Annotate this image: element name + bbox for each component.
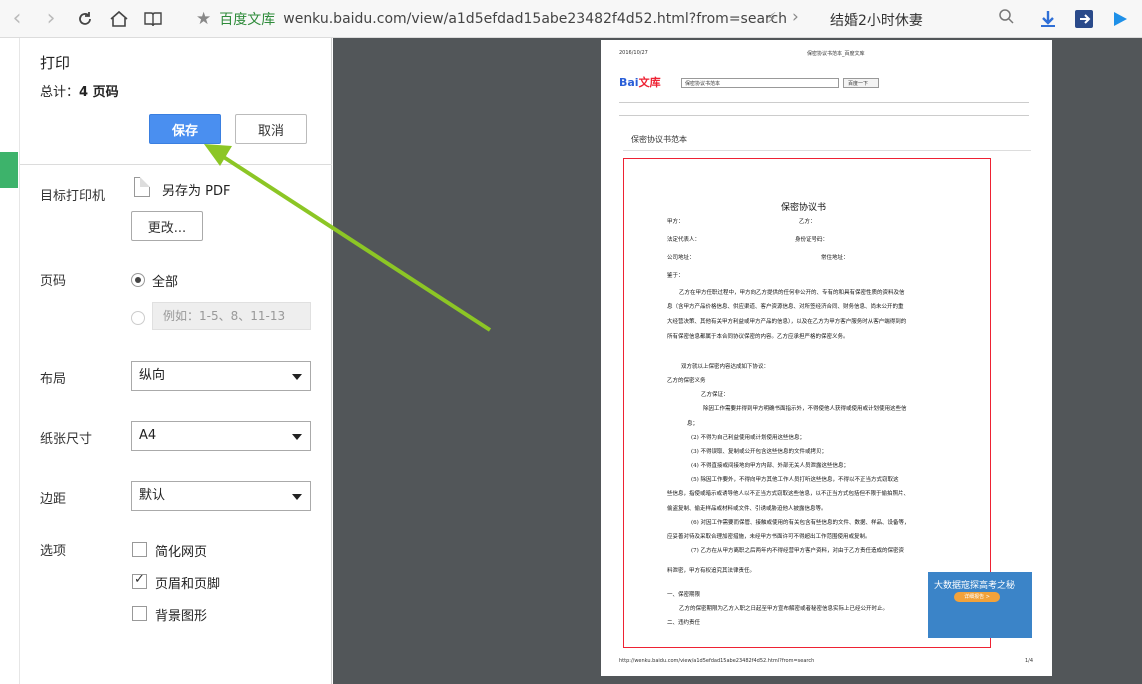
preview-line: 偷盗复制、偷走样品或材料或文件、引诱或胁迫他人披露信息等。 [667, 506, 827, 512]
book-icon [144, 11, 162, 26]
options-label: 选项 [40, 544, 67, 559]
pages-custom-input[interactable]: 例如：1-5、8、11-13 [152, 302, 311, 330]
preview-line: 二、违约责任 [667, 620, 701, 626]
reload-button[interactable] [68, 0, 102, 38]
total-pages: 总计：4 页码 [40, 81, 119, 100]
home-icon [110, 10, 128, 27]
search-icon[interactable] [998, 8, 1014, 24]
headers-footers-checkbox[interactable] [132, 572, 147, 589]
preview-line: 乙方： [799, 219, 816, 225]
page-accent [0, 152, 18, 188]
back-button[interactable]: ‹ [0, 0, 34, 38]
preview-nav-bar [619, 102, 1029, 116]
save-button[interactable]: 保存 [149, 114, 221, 144]
preview-line: 些信息，指使或暗示或诱导他人以不正当方式窃取这些信息，以不正当方式包括但不限于偷… [667, 491, 910, 497]
preview-line: 公司地址： [667, 255, 695, 261]
site-name: 百度文库 [219, 12, 276, 28]
preview-line: (4) 不得直接或间接地向甲方内部、外部无关人员泄露这些信息； [691, 463, 850, 469]
divider [20, 164, 332, 165]
preview-line: 应妥善对待及采取合理加密措施，未经甲方书面许可不得超出工作范围使用或复制。 [667, 534, 871, 540]
preview-date: 2016/10/27 [619, 50, 648, 56]
pages-label: 页码 [40, 274, 67, 289]
preview-line: 乙方保证： [701, 392, 729, 398]
background-graphics-checkbox[interactable] [132, 606, 147, 621]
paper-size-label: 纸张尺寸 [40, 432, 93, 447]
pdf-file-icon [134, 177, 150, 197]
preview-line: (3) 不得误取、复制或公开包含这些信息的文件或拷贝； [691, 449, 828, 455]
margins-select[interactable]: 默认 [131, 481, 311, 511]
reload-icon [79, 11, 91, 25]
preview-line: 乙方的保密义务 [667, 378, 706, 384]
ad-button: 详细报告 > [954, 592, 1000, 602]
url-text[interactable]: wenku.baidu.com/view/a1d5efdad15abe23482… [283, 11, 787, 27]
paper-size-select[interactable]: A4 [131, 421, 311, 451]
preview-doc-title: 保密协议书 [781, 203, 827, 213]
preview-line: (5) 除因工作要外，不得向甲方其他工作人员打听这些信息，不得以不正当方式窃取这 [691, 477, 899, 483]
preview-line: 息； [687, 421, 699, 427]
search-input[interactable]: 结婚2小时休妻 [830, 10, 923, 30]
ad-text: 大数据寇探高考之秘 [934, 581, 1016, 591]
preview-line: 大经营决策、其他有关甲方利益或甲方产品的信息），以及在乙方为甲方客户服务时从客户… [667, 319, 907, 325]
download-icon[interactable] [1038, 9, 1058, 29]
total-prefix: 总计： [40, 85, 80, 100]
headers-footers-label[interactable]: 页眉和页脚 [155, 573, 220, 592]
simplify-page-checkbox[interactable] [132, 542, 147, 557]
destination-label: 目标打印机 [40, 189, 106, 204]
preview-page: 2016/10/27 保密协议书范本_百度文库 Bai文库 保密协议书范本 百度… [601, 40, 1052, 676]
layout-select[interactable]: 纵向 [131, 361, 311, 391]
print-dialog: 打印 总计：4 页码 保存 取消 目标打印机 另存为 PDF 更改... 页码 … [20, 38, 332, 684]
bookmark-star-icon[interactable]: ★ [196, 9, 211, 29]
preview-line: 所有保密信息都属于本合同协议保密的内容。乙方应承担严格的保密义务。 [667, 334, 849, 340]
preview-line: (7) 乙方在从甲方离职之后两年内不得经营甲方客户资料，对由于乙方责任造成的保密… [691, 548, 905, 554]
preview-line: 乙方在甲方任职过程中，甲方向乙方提供的任何非公开的、专有的和具有保密性质的资料及… [679, 290, 905, 296]
forward-button[interactable]: › [34, 0, 68, 38]
background-graphics-label[interactable]: 背景图形 [155, 605, 207, 624]
play-icon[interactable] [1110, 9, 1130, 29]
preview-search-button: 百度一下 [843, 78, 879, 88]
layout-label: 布局 [40, 372, 67, 387]
preview-header-title: 保密协议书范本_百度文库 [807, 51, 865, 57]
address-bar[interactable]: ★ 百度文库 wenku.baidu.com/view/a1d5efdad15a… [196, 0, 787, 38]
preview-line: 甲方： [667, 219, 684, 225]
preview-line: 双方就以上保密内容达成如下协议： [681, 364, 770, 370]
cancel-button[interactable]: 取消 [235, 114, 307, 144]
preview-line: (2) 不得为自己利益使用或计划使用这些信息； [691, 435, 806, 441]
pages-all-label[interactable]: 全部 [152, 271, 178, 290]
dialog-title: 打印 [40, 54, 71, 72]
margins-label: 边距 [40, 492, 67, 507]
destination-value: 另存为 PDF [162, 184, 231, 199]
preview-line: 常住地址： [821, 255, 849, 261]
lightning-icon[interactable]: ⚡ [766, 9, 777, 27]
preview-ad-banner: 大数据寇探高考之秘 详细报告 > [928, 572, 1032, 638]
preview-line: 法定代表人： [667, 237, 701, 243]
preview-search-button-label: 百度一下 [848, 81, 869, 87]
preview-search-box: 保密协议书范本 [681, 78, 839, 88]
extension-icon[interactable] [1074, 9, 1094, 29]
preview-line: 一、保密期限 [667, 592, 701, 598]
logo-text: Bai [619, 76, 639, 89]
pages-custom-radio[interactable] [131, 311, 145, 325]
preview-line: 料泄密，甲方有权追究其法律责任。 [667, 568, 756, 574]
preview-line: 乙方的保密期限为乙方入职之日起至甲方宣布解密或者秘密信息实际上已经公开时止。 [679, 606, 889, 612]
logo-brand: 文库 [638, 76, 661, 89]
preview-line: 身份证号码： [795, 237, 829, 243]
preview-rule [623, 150, 1031, 151]
baidu-wenku-logo: Bai文库 [619, 74, 661, 90]
preview-line: 鉴于： [667, 273, 684, 279]
page-edge [0, 38, 20, 684]
total-count: 4 页码 [79, 85, 119, 100]
preview-line: 除因工作需要并得到甲方明确书面指示外，不得使他人获得或使用或计划使用这些信 [703, 406, 907, 412]
preview-footer-page: 1/4 [1025, 658, 1034, 664]
preview-line: (6) 对因工作需要而保管、接触或使用的有关包含有些信息的文件、数据、样品、设备… [691, 520, 910, 526]
reading-mode-button[interactable] [136, 0, 170, 38]
simplify-page-label[interactable]: 简化网页 [155, 541, 207, 560]
preview-search-text: 保密协议书范本 [685, 81, 721, 87]
preview-footer-url: http://wenku.baidu.com/view/a1d5efdad15a… [619, 658, 815, 664]
preview-line: 息（含甲方产品价格信息、供应渠道、客户资源信息、对所签经济合同、财务信息、尚未公… [667, 304, 904, 310]
change-destination-button[interactable]: 更改... [131, 211, 203, 241]
preview-doc-heading: 保密协议书范本 [631, 135, 687, 144]
chevron-right-icon[interactable]: › [792, 7, 799, 27]
home-button[interactable] [102, 0, 136, 38]
pages-all-radio[interactable] [131, 273, 145, 287]
